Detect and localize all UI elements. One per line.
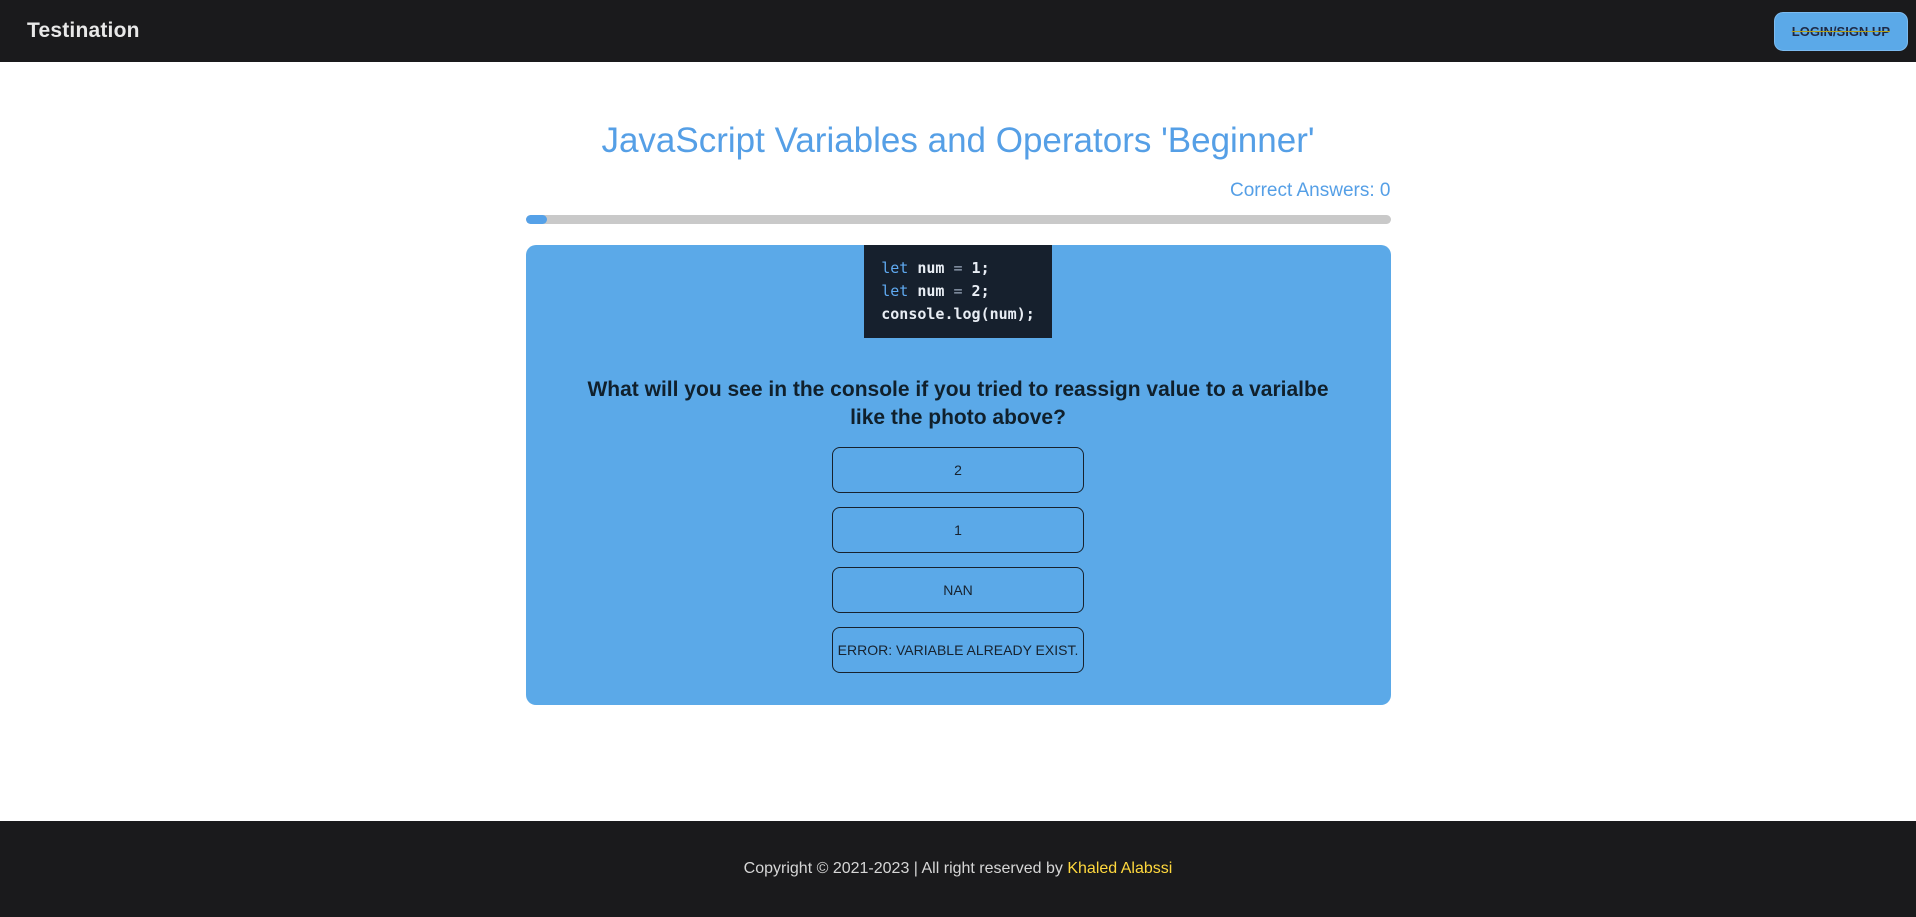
author-link[interactable]: Khaled Alabssi [1067, 860, 1172, 877]
quiz-title: JavaScript Variables and Operators 'Begi… [0, 120, 1916, 162]
progress-bar [526, 215, 1391, 224]
code-line: let num = 2; [881, 280, 1035, 303]
code-line: console.log(num); [881, 303, 1035, 326]
main-content: JavaScript Variables and Operators 'Begi… [0, 62, 1916, 821]
question-text: What will you see in the console if you … [578, 376, 1338, 431]
code-line: let num = 1; [881, 257, 1035, 280]
navbar: Testination LOGIN/SIGN UP [0, 0, 1916, 62]
answer-button[interactable]: 2 [832, 447, 1084, 493]
correct-answers-label: Correct Answers: [1230, 180, 1375, 201]
correct-answers-count: 0 [1380, 180, 1391, 201]
code-snippet: let num = 1;let num = 2;console.log(num)… [864, 245, 1052, 338]
footer: Copyright © 2021-2023 | All right reserv… [0, 821, 1916, 917]
quiz-container: Correct Answers: 0 let num = 1;let num =… [526, 180, 1391, 705]
login-signup-button[interactable]: LOGIN/SIGN UP [1774, 12, 1908, 51]
copyright-text: Copyright © 2021-2023 | All right reserv… [744, 860, 1063, 877]
question-card: let num = 1;let num = 2;console.log(num)… [526, 245, 1391, 705]
brand-logo[interactable]: Testination [27, 19, 140, 43]
answer-button[interactable]: ERROR: VARIABLE ALREADY EXIST. [832, 627, 1084, 673]
progress-fill [526, 215, 548, 224]
answers-list: 2 1 NAN ERROR: VARIABLE ALREADY EXIST. [526, 447, 1391, 673]
answer-button[interactable]: NAN [832, 567, 1084, 613]
footer-text: Copyright © 2021-2023 | All right reserv… [744, 860, 1173, 878]
answer-button[interactable]: 1 [832, 507, 1084, 553]
correct-answers-counter: Correct Answers: 0 [526, 180, 1391, 202]
